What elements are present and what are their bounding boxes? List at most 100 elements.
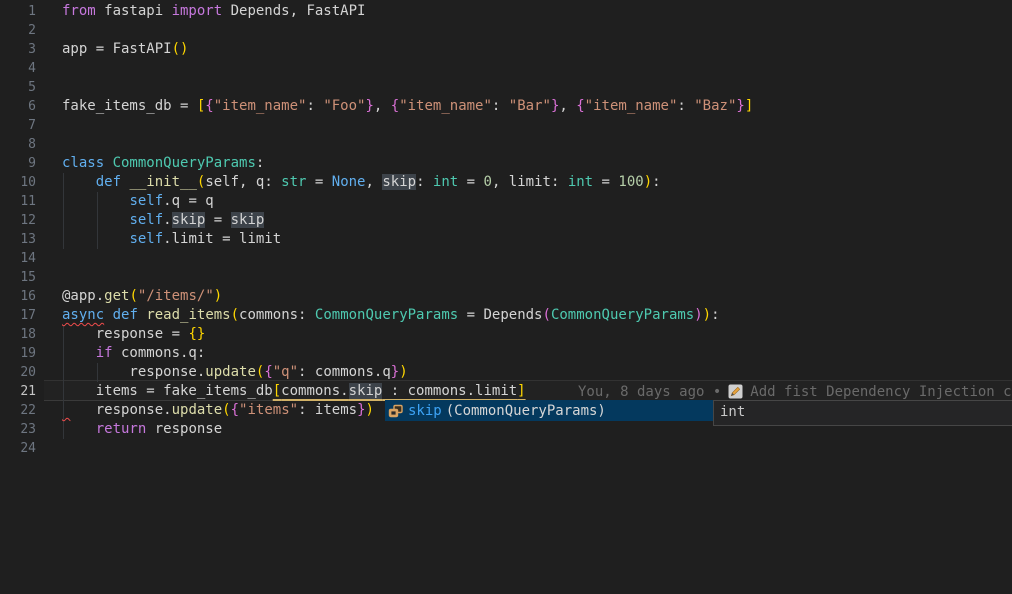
code-token: : items: [298, 402, 357, 418]
line-number[interactable]: 21: [0, 382, 36, 401]
code-token: }: [736, 98, 744, 114]
code-token: [62, 345, 96, 361]
code-token: update: [205, 364, 256, 380]
suggest-item-skip[interactable]: skip (CommonQueryParams): [385, 400, 713, 421]
line-number[interactable]: 22: [0, 401, 36, 420]
code-token: }: [357, 402, 365, 418]
line-number[interactable]: 17: [0, 306, 36, 325]
line-number[interactable]: 11: [0, 192, 36, 211]
code-line[interactable]: response.update({"items": items}): [62, 401, 374, 420]
code-line[interactable]: app = FastAPI(): [62, 40, 188, 59]
code-token: ,: [374, 98, 391, 114]
code-token: "item_name": [399, 98, 492, 114]
code-token: ): [366, 402, 374, 418]
code-token: response: [146, 421, 222, 437]
git-blame-annotation[interactable]: You, 8 days ago • Add fist Dependency In…: [578, 382, 1012, 401]
code-token: (: [172, 41, 180, 57]
line-number[interactable]: 24: [0, 439, 36, 458]
line-number[interactable]: 7: [0, 116, 36, 135]
code-line[interactable]: async def read_items ( commons: CommonQuer…: [62, 306, 720, 325]
line-number[interactable]: 4: [0, 59, 36, 78]
line-number[interactable]: 16: [0, 287, 36, 306]
code-token: =: [306, 174, 331, 190]
line-number[interactable]: 9: [0, 154, 36, 173]
code-line[interactable]: self.limit = limit: [62, 230, 281, 249]
code-line[interactable]: response.update({"q": commons.q}): [62, 363, 408, 382]
code-line[interactable]: return response: [62, 420, 222, 439]
line-number[interactable]: 19: [0, 344, 36, 363]
code-token: =: [205, 212, 230, 228]
code-token: :: [256, 155, 264, 171]
code-token: {: [205, 98, 213, 114]
line-number[interactable]: 13: [0, 230, 36, 249]
line-number[interactable]: 18: [0, 325, 36, 344]
line-number[interactable]: 1: [0, 2, 36, 21]
code-token: commons:: [239, 307, 315, 323]
line-number[interactable]: 6: [0, 97, 36, 116]
code-token: response =: [62, 326, 188, 342]
line-number[interactable]: 12: [0, 211, 36, 230]
code-token: return: [96, 421, 147, 437]
line-number[interactable]: 23: [0, 420, 36, 439]
code-line[interactable]: fake_items_db = [{"item_name": "Foo"}, {…: [62, 97, 753, 116]
code-token: :: [492, 98, 509, 114]
code-token: response.: [70, 402, 171, 418]
line-number[interactable]: 8: [0, 135, 36, 154]
code-line[interactable]: items = fake_items_db[commons.skip : com…: [62, 382, 526, 401]
code-token: CommonQueryParams: [551, 307, 694, 323]
code-token: skip: [172, 212, 206, 228]
code-token: "Foo": [323, 98, 365, 114]
code-line[interactable]: response = {}: [62, 325, 205, 344]
code-token: CommonQueryParams: [113, 155, 256, 171]
code-line[interactable]: class CommonQueryParams:: [62, 154, 264, 173]
line-number[interactable]: 20: [0, 363, 36, 382]
line-number[interactable]: 14: [0, 249, 36, 268]
code-token: from: [62, 3, 96, 19]
line-number[interactable]: 3: [0, 40, 36, 59]
code-token: :: [677, 98, 694, 114]
code-line[interactable]: @app.get("/items/"): [62, 287, 222, 306]
code-token: str: [281, 174, 306, 190]
field-icon: [388, 403, 404, 419]
code-token: {: [231, 402, 239, 418]
code-token: get: [104, 288, 129, 304]
code-token: if: [96, 345, 113, 361]
code-token: ]: [745, 98, 753, 114]
code-token: __init__: [129, 174, 196, 190]
code-token: skip: [349, 383, 383, 399]
code-line[interactable]: self.skip = skip: [62, 211, 264, 230]
suggestion-type-panel: int: [713, 400, 1012, 426]
code-line[interactable]: if commons.q:: [62, 344, 205, 363]
code-token: read_items: [146, 307, 230, 323]
blame-commit-message: Add fist Dependency Injection co: [750, 384, 1012, 400]
code-token: int: [568, 174, 593, 190]
code-token: (: [543, 307, 551, 323]
code-token: ): [644, 174, 652, 190]
code-token: (: [222, 402, 230, 418]
line-number[interactable]: 15: [0, 268, 36, 287]
code-token: [: [273, 383, 281, 399]
code-token: [62, 174, 96, 190]
line-number[interactable]: 2: [0, 21, 36, 40]
code-token: {: [264, 364, 272, 380]
code-token: ): [703, 307, 711, 323]
code-token: def: [113, 307, 147, 323]
code-token: "items": [239, 402, 298, 418]
code-token: ): [180, 41, 188, 57]
line-number[interactable]: 5: [0, 78, 36, 97]
code-token: self: [129, 193, 163, 209]
code-token: (: [129, 288, 137, 304]
code-line[interactable]: def __init__(self, q: str = None, skip: …: [62, 173, 661, 192]
code-token: .limit = limit: [163, 231, 281, 247]
code-token: app = FastAPI: [62, 41, 172, 57]
line-number[interactable]: 10: [0, 173, 36, 192]
code-token: ]: [517, 383, 525, 399]
code-line[interactable]: from fastapi import Depends, FastAPI: [62, 2, 365, 21]
code-token: , limit:: [492, 174, 568, 190]
code-token: self, q:: [205, 174, 281, 190]
code-token: async: [62, 307, 104, 323]
code-token: CommonQueryParams: [315, 307, 458, 323]
code-token: =: [593, 174, 618, 190]
code-line[interactable]: self.q = q: [62, 192, 214, 211]
code-editor[interactable]: 123456789101112131415161718192021222324 …: [0, 0, 1012, 594]
